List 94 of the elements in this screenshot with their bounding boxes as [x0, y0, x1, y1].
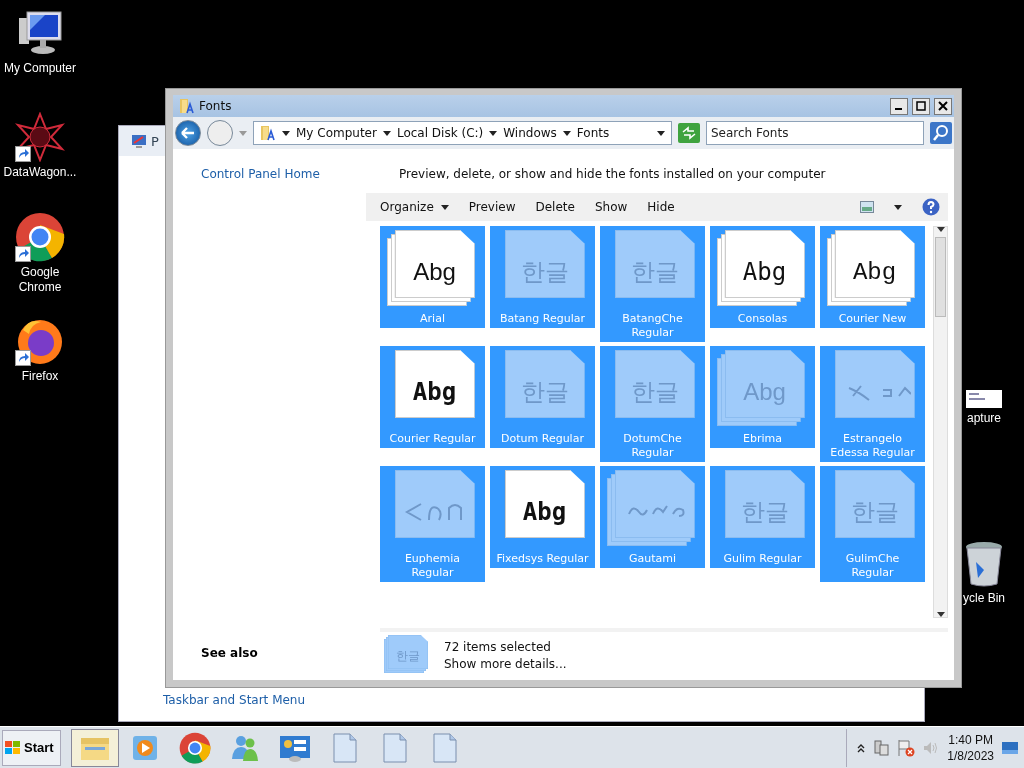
see-also-heading: See also — [201, 646, 259, 660]
close-button[interactable] — [934, 97, 952, 115]
font-name: Dotum Regular — [501, 432, 584, 446]
flag-error-icon[interactable] — [897, 738, 916, 757]
forward-button[interactable] — [207, 120, 233, 146]
font-tile[interactable]: Abg Consolas — [710, 226, 815, 328]
breadcrumb[interactable]: Windows — [489, 126, 557, 140]
document-icon — [331, 732, 358, 763]
scroll-thumb[interactable] — [935, 237, 946, 317]
toolbar-button[interactable]: Delete — [535, 200, 575, 214]
back-arrow-icon — [181, 127, 195, 139]
refresh-icon[interactable] — [678, 123, 700, 143]
recycle-bin-icon — [964, 540, 1004, 588]
control-panel-icon — [278, 733, 311, 762]
minimize-button[interactable] — [890, 97, 908, 115]
font-name: Fixedsys Regular — [496, 552, 589, 566]
maximize-button[interactable] — [912, 97, 930, 115]
fonts-folder-icon — [260, 125, 276, 141]
dropdown-arrow-icon — [282, 130, 290, 136]
desktop-icon-label[interactable]: apture — [967, 411, 1001, 426]
font-name: Consolas — [737, 312, 788, 326]
page-description: Preview, delete, or show and hide the fonts installed on your computer — [399, 167, 827, 181]
dropdown-arrow-icon — [894, 204, 902, 210]
font-preview-text: Abg — [741, 257, 788, 288]
document-icon — [431, 732, 458, 763]
control-panel-home-link[interactable]: Control Panel Home — [201, 167, 366, 181]
selection-count: 72 items selected — [444, 639, 552, 654]
toolbar-button[interactable]: Show — [594, 200, 628, 214]
font-name: Courier Regular — [389, 432, 476, 446]
show-desktop-icon[interactable] — [1002, 741, 1018, 754]
dropdown-arrow-icon — [489, 130, 498, 136]
font-preview-text: Abg — [851, 257, 898, 288]
breadcrumb[interactable]: Local Disk (C:) — [382, 126, 484, 140]
font-name: Gautami — [628, 552, 677, 566]
desktop-icon-label[interactable]: ycle Bin — [963, 591, 1005, 606]
window-title: P — [151, 133, 159, 149]
display-settings-icon — [131, 133, 147, 149]
font-tile[interactable]: Abg Fixedsys Regular — [490, 466, 595, 568]
show-details-link[interactable]: Show more details... — [444, 656, 567, 671]
desktop-icon-label[interactable]: DataWagon... — [3, 165, 77, 180]
toolbar-button[interactable]: Organize — [380, 200, 449, 214]
screenshot-icon — [966, 390, 1002, 408]
dropdown-arrow-icon — [657, 130, 665, 136]
chrome-icon — [178, 731, 211, 764]
font-preview-text: Abg — [411, 377, 458, 408]
scroll-down-icon — [936, 612, 945, 617]
font-name: BatangChe Regular — [621, 312, 684, 340]
desktop-icon-label[interactable]: My Computer — [4, 61, 76, 76]
dropdown-arrow-icon — [562, 130, 571, 136]
search-field[interactable]: Search Fonts — [706, 121, 924, 145]
font-name: Estrangelo Edessa Regular — [829, 432, 916, 460]
font-name: Batang Regular — [500, 312, 585, 326]
font-name: GulimChe Regular — [844, 552, 901, 580]
scroll-up-icon — [936, 227, 945, 232]
toolbar-button[interactable]: Preview — [468, 200, 516, 214]
fonts-folder-icon — [179, 98, 195, 114]
desktop-icon-label[interactable]: Google Chrome — [0, 265, 80, 295]
breadcrumb[interactable]: My Computer — [282, 126, 377, 140]
desktop-icon-label[interactable]: Firefox — [21, 369, 59, 384]
address-bar[interactable]: My Computer Local Disk (C:) Windows Fonts — [253, 121, 672, 145]
font-name: Ebrima — [743, 432, 782, 446]
clock[interactable]: 1:40 PM 1/8/2023 — [947, 731, 994, 764]
history-dropdown-icon — [239, 130, 247, 136]
close-icon — [938, 101, 948, 111]
dropdown-arrow-icon — [382, 130, 391, 136]
taskbar-app-button[interactable] — [70, 728, 119, 767]
font-name: Gulim Regular — [723, 552, 802, 566]
taskbar-settings-link[interactable]: Taskbar and Start Menu — [163, 693, 306, 707]
view-icon[interactable] — [860, 201, 874, 213]
network-icon[interactable] — [873, 739, 890, 756]
window-title: Fonts — [199, 99, 233, 113]
font-tile[interactable]: Abg Courier New — [820, 226, 925, 328]
document-icon — [381, 732, 408, 763]
media-player-icon — [130, 733, 159, 762]
scrollbar[interactable] — [933, 226, 948, 618]
dropdown-arrow-icon — [440, 204, 449, 210]
show-hidden-icons-icon[interactable] — [857, 742, 866, 753]
back-button[interactable] — [175, 120, 201, 146]
font-name: Euphemia Regular — [403, 552, 462, 580]
font-tile[interactable]: Abg Arial — [380, 226, 485, 328]
star-icon — [15, 112, 65, 162]
help-icon[interactable] — [922, 198, 940, 216]
breadcrumb[interactable]: Fonts — [562, 126, 610, 140]
font-preview-text: Abg — [412, 257, 457, 287]
font-preview-text: Abg — [521, 497, 568, 528]
font-name: Arial — [420, 312, 445, 326]
search-icon[interactable] — [930, 122, 952, 144]
windows-logo — [5, 740, 21, 755]
start-button[interactable]: Start — [2, 729, 61, 766]
toolbar-button[interactable]: Hide — [647, 200, 675, 214]
font-name: Courier New — [838, 312, 907, 326]
font-tile[interactable]: Abg Courier Regular — [380, 346, 485, 448]
maximize-icon — [916, 101, 926, 111]
font-name: DotumChe Regular — [622, 432, 683, 460]
